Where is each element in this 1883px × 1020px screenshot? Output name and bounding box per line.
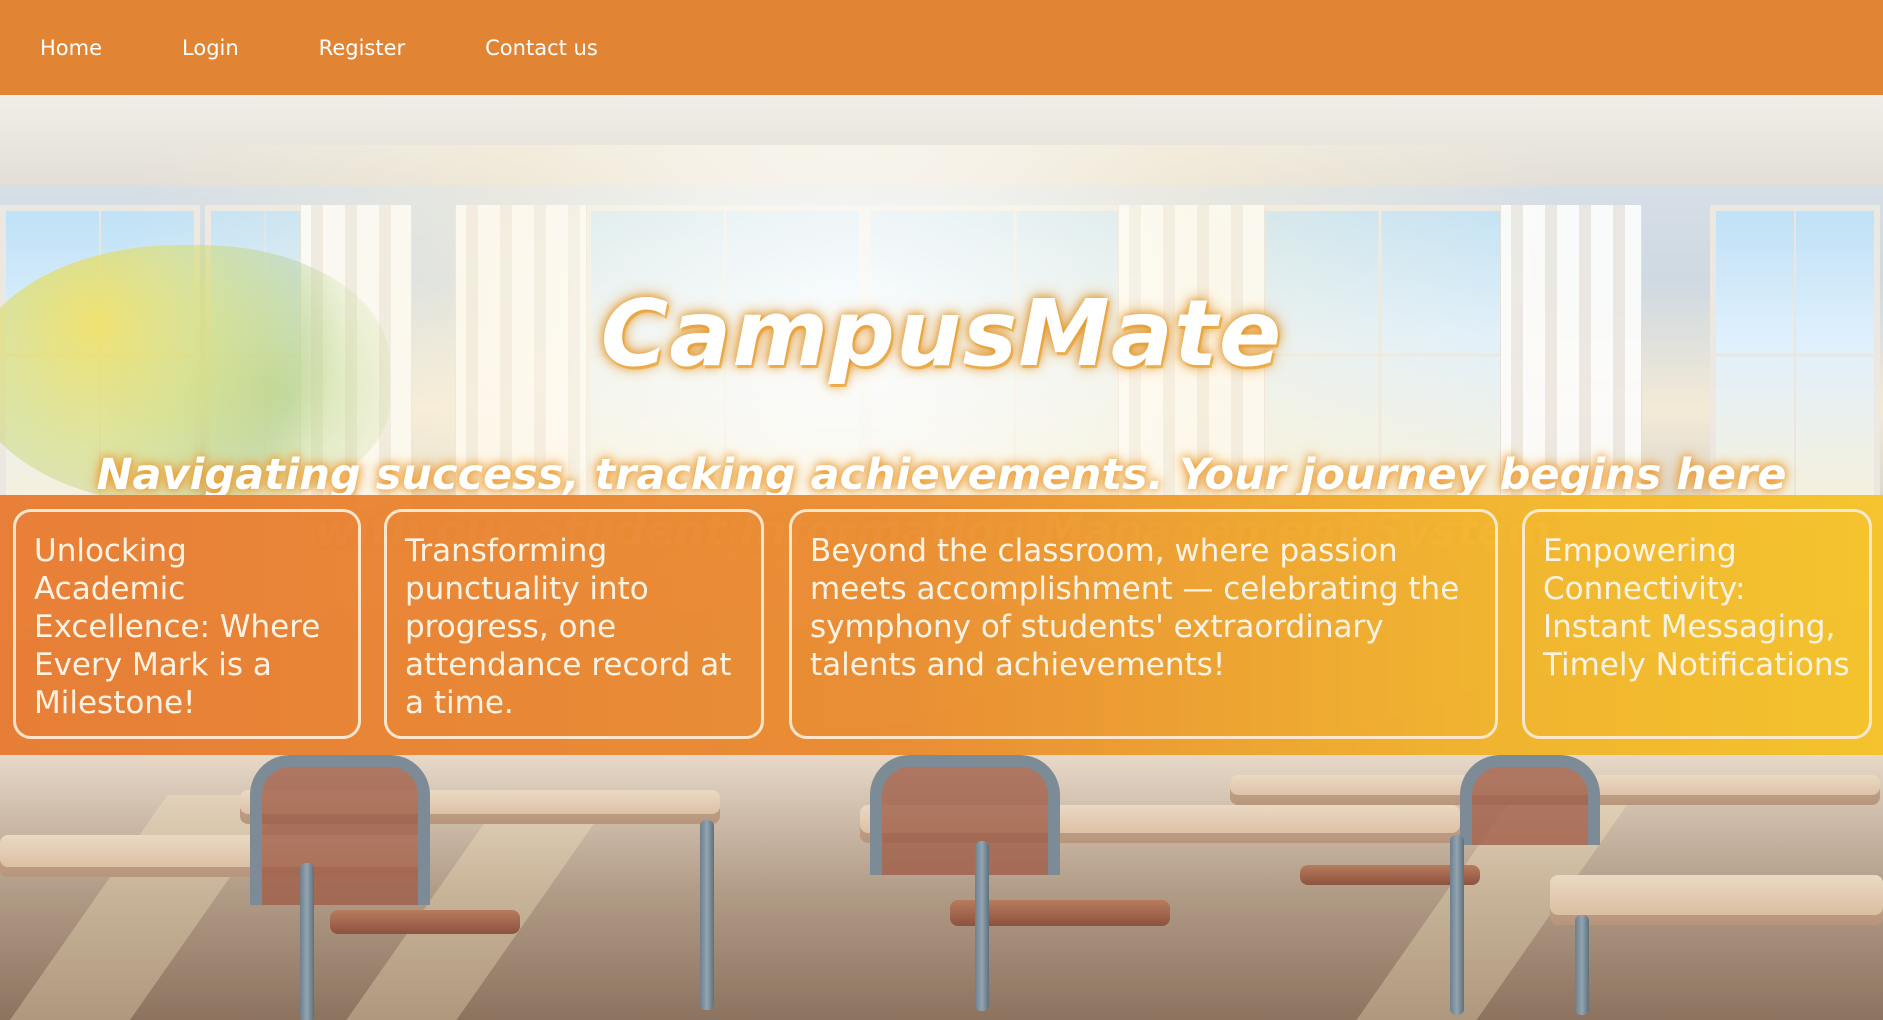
feature-card-academics: Unlocking Academic Excellence: Where Eve… <box>13 509 361 739</box>
classroom-floor <box>0 755 1883 1020</box>
feature-card-achievements: Beyond the classroom, where passion meet… <box>789 509 1498 739</box>
chair-back <box>870 755 1060 875</box>
desk-leg <box>1450 835 1464 1015</box>
chair-back <box>1460 755 1600 845</box>
hero-title: CampusMate <box>600 280 1283 387</box>
feature-band: Unlocking Academic Excellence: Where Eve… <box>0 495 1883 755</box>
feature-text: Transforming punctuality into progress, … <box>405 533 732 721</box>
feature-text: Unlocking Academic Excellence: Where Eve… <box>34 533 321 721</box>
feature-text: Beyond the classroom, where passion meet… <box>810 533 1460 683</box>
feature-text: Empowering Connectivity: Instant Messagi… <box>1543 533 1850 683</box>
desk-leg <box>975 841 989 1011</box>
chair-back <box>250 755 430 905</box>
top-navbar: Home Login Register Contact us <box>0 0 1883 95</box>
desk-leg <box>700 820 714 1010</box>
light-beam <box>0 795 288 1020</box>
desk <box>1550 875 1883 925</box>
chair-seat <box>330 910 520 934</box>
nav-contact-link[interactable]: Contact us <box>485 36 598 60</box>
desk-leg <box>300 863 314 1020</box>
nav-home-link[interactable]: Home <box>40 36 102 60</box>
feature-card-attendance: Transforming punctuality into progress, … <box>384 509 764 739</box>
nav-login-link[interactable]: Login <box>182 36 239 60</box>
desk-leg <box>1575 915 1589 1015</box>
feature-card-messaging: Empowering Connectivity: Instant Messagi… <box>1522 509 1872 739</box>
nav-register-link[interactable]: Register <box>319 36 405 60</box>
